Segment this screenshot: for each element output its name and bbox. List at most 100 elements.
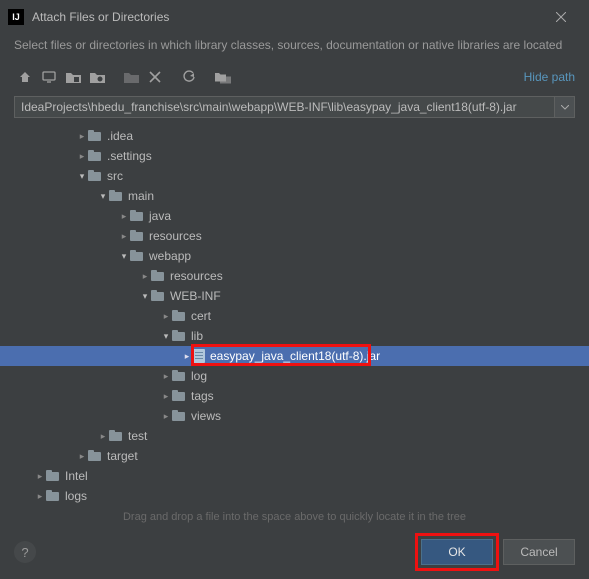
tree-item-label: WEB-INF — [170, 289, 221, 303]
tree-item-label: easypay_java_client18(utf-8).jar — [210, 349, 380, 363]
dialog-title: Attach Files or Directories — [32, 10, 541, 24]
tree-item-label: lib — [191, 329, 203, 343]
expand-arrow-icon[interactable]: ▸ — [181, 351, 193, 362]
collapse-arrow-icon[interactable]: ▾ — [76, 171, 88, 182]
attach-files-dialog: IJ Attach Files or Directories Select fi… — [0, 0, 589, 579]
expand-arrow-icon[interactable]: ▸ — [160, 391, 172, 402]
folder-icon — [88, 150, 102, 162]
chevron-down-icon — [561, 105, 569, 110]
expand-arrow-icon[interactable]: ▸ — [160, 311, 172, 322]
module-folder-button[interactable] — [86, 66, 108, 88]
folder-icon — [46, 470, 60, 482]
refresh-icon — [182, 70, 196, 84]
tree-row[interactable]: ▸ resources — [0, 226, 589, 246]
tree-row[interactable]: ▸ java — [0, 206, 589, 226]
refresh-button[interactable] — [178, 66, 200, 88]
folder-icon — [172, 330, 186, 342]
tree-item-label: java — [149, 209, 171, 223]
tree-item-label: webapp — [149, 249, 191, 263]
expand-arrow-icon[interactable]: ▸ — [34, 471, 46, 482]
tree-row[interactable]: ▸Intel — [0, 466, 589, 486]
expand-arrow-icon[interactable]: ▸ — [118, 211, 130, 222]
tree-row[interactable]: ▾main — [0, 186, 589, 206]
tree-row[interactable]: ▸.settings — [0, 146, 589, 166]
tree-row[interactable]: ▸ log — [0, 366, 589, 386]
tree-item-label: tags — [191, 389, 214, 403]
drag-drop-hint: Drag and drop a file into the space abov… — [0, 508, 589, 531]
hide-path-link[interactable]: Hide path — [524, 70, 575, 84]
expand-arrow-icon[interactable]: ▸ — [97, 431, 109, 442]
delete-button[interactable] — [144, 66, 166, 88]
folder-icon — [88, 130, 102, 142]
expand-arrow-icon[interactable]: ▸ — [139, 271, 151, 282]
expand-arrow-icon[interactable]: ▸ — [160, 411, 172, 422]
home-icon — [18, 70, 32, 84]
project-folder-icon — [66, 71, 81, 84]
tree-row[interactable]: ▸ .idea — [0, 126, 589, 146]
folder-icon — [130, 250, 144, 262]
expand-arrow-icon[interactable]: ▸ — [76, 451, 88, 462]
tree-row[interactable]: ▸views — [0, 406, 589, 426]
tree-row[interactable]: ▸ target — [0, 446, 589, 466]
expand-arrow-icon[interactable]: ▸ — [76, 151, 88, 162]
folder-icon — [130, 210, 144, 222]
tree-row[interactable]: ▸ resources — [0, 266, 589, 286]
project-folder-button[interactable] — [62, 66, 84, 88]
folder-icon — [172, 310, 186, 322]
tree-item-label: resources — [149, 229, 202, 243]
tree-row[interactable]: ▾ src — [0, 166, 589, 186]
path-row — [0, 90, 589, 124]
new-folder-button[interactable] — [120, 66, 142, 88]
tree-row[interactable]: ▾ WEB-INF — [0, 286, 589, 306]
tree-row[interactable]: ▸ easypay_java_client18(utf-8).jar — [0, 346, 589, 366]
help-button[interactable]: ? — [14, 541, 36, 563]
tree-row[interactable]: ▸ cert — [0, 306, 589, 326]
folder-icon — [172, 410, 186, 422]
toolbar: Hide path — [0, 64, 589, 90]
folder-icon — [172, 390, 186, 402]
home-button[interactable] — [14, 66, 36, 88]
folder-icon — [172, 370, 186, 382]
folder-icon — [151, 270, 165, 282]
collapse-arrow-icon[interactable]: ▾ — [160, 331, 172, 342]
expand-arrow-icon[interactable]: ▸ — [160, 371, 172, 382]
help-icon: ? — [21, 545, 28, 560]
collapse-arrow-icon[interactable]: ▾ — [118, 251, 130, 262]
tree-item-label: .idea — [107, 129, 133, 143]
expand-arrow-icon[interactable]: ▸ — [118, 231, 130, 242]
tree-row[interactable]: ▸ tags — [0, 386, 589, 406]
collapse-arrow-icon[interactable]: ▾ — [139, 291, 151, 302]
tree-row[interactable]: ▾ lib — [0, 326, 589, 346]
folder-icon — [46, 490, 60, 502]
module-folder-icon — [90, 71, 105, 84]
path-input[interactable] — [14, 96, 555, 118]
expand-arrow-icon[interactable]: ▸ — [76, 131, 88, 142]
tree-item-label: resources — [170, 269, 223, 283]
expand-arrow-icon[interactable]: ▸ — [34, 491, 46, 502]
tree-row[interactable]: ▸ test — [0, 426, 589, 446]
tree-item-label: logs — [65, 489, 87, 503]
collapse-arrow-icon[interactable]: ▾ — [97, 191, 109, 202]
ok-button[interactable]: OK — [421, 539, 493, 565]
show-hidden-icon — [215, 71, 231, 84]
jar-file-icon — [193, 349, 205, 363]
cancel-button[interactable]: Cancel — [503, 539, 575, 565]
close-icon — [556, 12, 566, 22]
tree-item-label: cert — [191, 309, 211, 323]
folder-icon — [109, 190, 123, 202]
folder-icon — [109, 430, 123, 442]
tree-item-label: log — [191, 369, 207, 383]
show-hidden-button[interactable] — [212, 66, 234, 88]
tree-item-label: target — [107, 449, 138, 463]
tree-item-label: test — [128, 429, 147, 443]
tree-row[interactable]: ▾ webapp — [0, 246, 589, 266]
close-button[interactable] — [541, 3, 581, 31]
tree-row[interactable]: ▸ logs — [0, 486, 589, 506]
tree-item-label: src — [107, 169, 123, 183]
tree-row[interactable]: ▸PerfLogs — [0, 506, 589, 508]
directory-tree[interactable]: ▸ .idea ▸.settings ▾ src ▾main ▸ java ▸ resources… — [0, 124, 589, 508]
button-row: ? OK Cancel — [0, 531, 589, 579]
path-dropdown-button[interactable] — [555, 96, 575, 118]
title-bar: IJ Attach Files or Directories — [0, 0, 589, 34]
desktop-button[interactable] — [38, 66, 60, 88]
